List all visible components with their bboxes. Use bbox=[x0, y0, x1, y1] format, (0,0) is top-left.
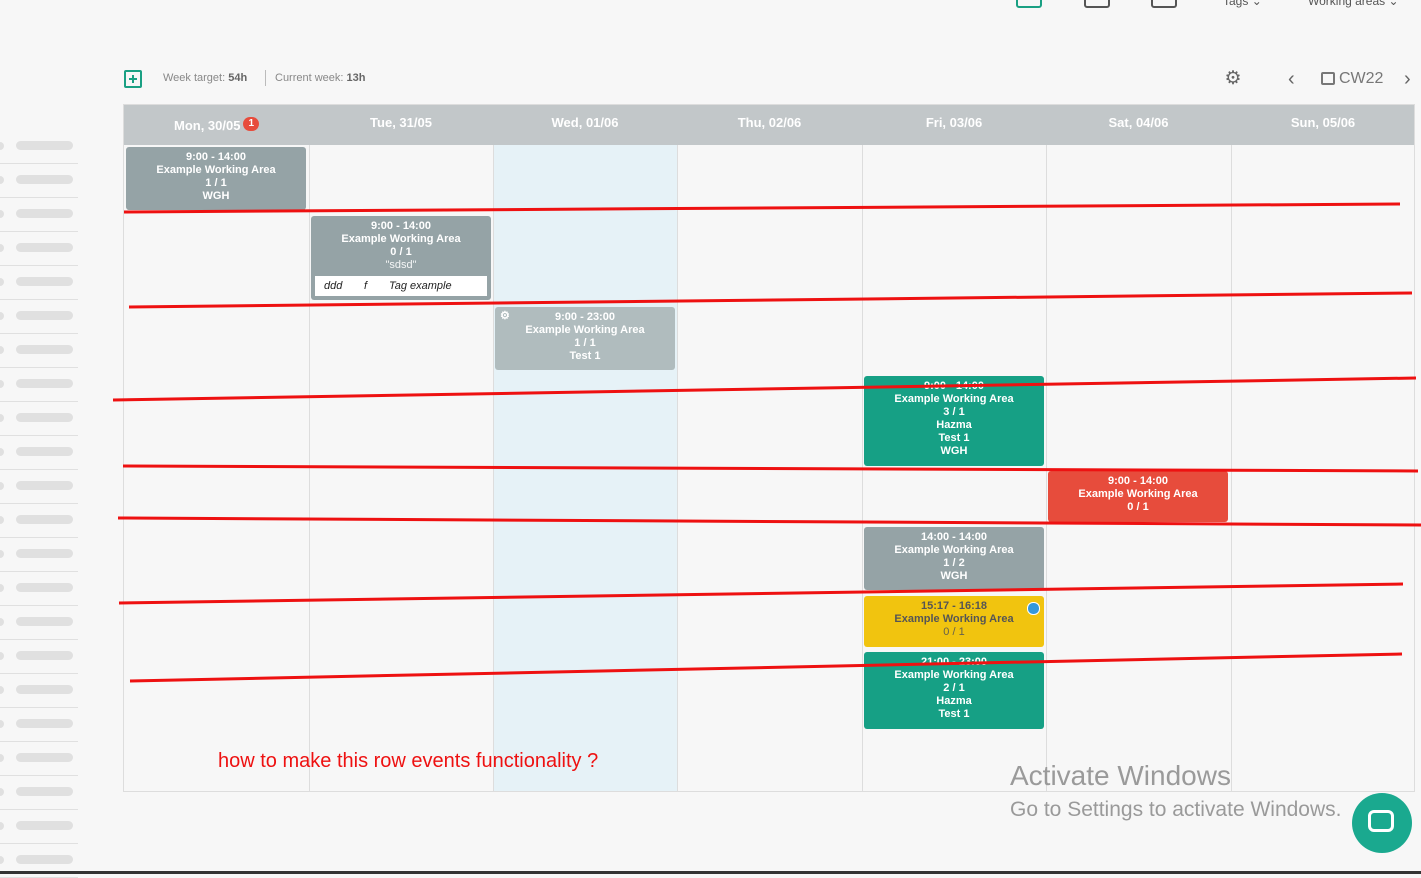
annotation-text: how to make this row events functionalit… bbox=[218, 750, 599, 772]
annotation-line bbox=[128, 291, 1413, 309]
annotation-line bbox=[112, 376, 1417, 402]
red-annotation-lines bbox=[112, 202, 1421, 683]
chat-button[interactable] bbox=[1352, 793, 1412, 853]
annotation-line bbox=[118, 582, 1404, 605]
annotation-line bbox=[129, 652, 1403, 683]
annotation-line bbox=[123, 202, 1401, 214]
chat-icon bbox=[1368, 810, 1394, 832]
windows-watermark-title: Activate Windows bbox=[1010, 760, 1231, 791]
windows-watermark-subtitle: Go to Settings to activate Windows. bbox=[1010, 798, 1342, 821]
annotation-line bbox=[117, 516, 1421, 527]
annotation-line bbox=[122, 464, 1419, 473]
